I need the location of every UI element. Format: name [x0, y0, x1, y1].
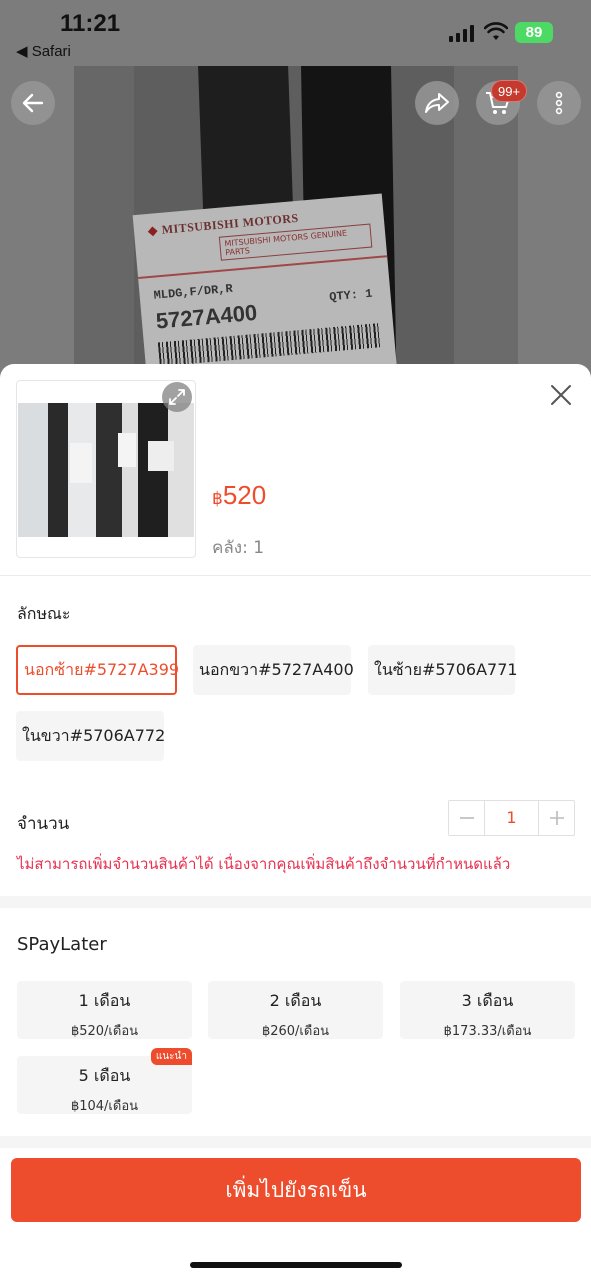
- installment-months: 2 เดือน: [269, 991, 322, 1010]
- installment-option[interactable]: 1 เดือน ฿520/เดือน: [17, 981, 192, 1039]
- more-vertical-icon: [555, 91, 563, 115]
- variant-option[interactable]: ในขวา#5706A772: [16, 711, 165, 761]
- decrease-button[interactable]: [449, 801, 484, 835]
- close-button[interactable]: [546, 380, 576, 410]
- share-button[interactable]: [415, 81, 459, 125]
- variation-bottom-sheet: ฿520 คลัง: 1 ลักษณะ นอกซ้าย#5727A399 นอก…: [0, 364, 591, 1280]
- back-arrow-icon: [22, 93, 44, 113]
- cart-count-badge: 99+: [491, 80, 528, 102]
- quantity-warning: ไม่สามารถเพิ่มจำนวนสินค้าได้ เนื่องจากคุ…: [17, 855, 511, 873]
- section-separator: [0, 896, 591, 908]
- stock-count: คลัง: 1: [212, 538, 265, 558]
- installment-months: 3 เดือน: [461, 991, 514, 1010]
- quantity-input[interactable]: 1: [484, 801, 539, 835]
- product-price: ฿520: [212, 480, 266, 511]
- clock: 11:21: [60, 10, 121, 37]
- part-label: ◆ MITSUBISHI MOTORS MITSUBISHI MOTORS GEN…: [132, 193, 398, 386]
- installment-amount: ฿520/เดือน: [70, 1024, 139, 1039]
- installment-option[interactable]: 2 เดือน ฿260/เดือน: [208, 981, 383, 1039]
- installment-months: 1 เดือน: [78, 991, 131, 1010]
- quantity-title: จำนวน: [17, 814, 70, 834]
- installment-months: 5 เดือน: [78, 1066, 131, 1085]
- back-button[interactable]: [11, 81, 55, 125]
- status-bar: 11:21 ◀ Safari 89: [0, 0, 591, 66]
- add-to-cart-button[interactable]: เพิ่มไปยังรถเข็น: [11, 1158, 581, 1222]
- back-to-safari-link[interactable]: ◀ Safari: [16, 42, 71, 60]
- battery-indicator: 89: [515, 22, 553, 43]
- variant-option[interactable]: นอกซ้าย#5727A399: [16, 645, 179, 695]
- product-image: [18, 403, 194, 537]
- installment-option[interactable]: 3 เดือน ฿173.33/เดือน: [400, 981, 575, 1039]
- minus-icon: [459, 817, 474, 819]
- divider: [0, 575, 591, 576]
- close-icon: [551, 385, 571, 405]
- quantity-stepper: 1: [448, 800, 575, 836]
- home-indicator: [190, 1262, 402, 1268]
- price-value: 520: [222, 480, 267, 510]
- expand-image-button[interactable]: [162, 382, 192, 412]
- recommended-badge: แนะนำ: [150, 1048, 192, 1065]
- expand-icon: [169, 389, 185, 405]
- spaylater-title: SPayLater: [17, 934, 107, 955]
- installment-amount: ฿173.33/เดือน: [443, 1024, 532, 1039]
- section-separator: [0, 1136, 591, 1148]
- more-button[interactable]: [537, 81, 581, 125]
- variant-option[interactable]: นอกขวา#5727A400: [193, 645, 354, 695]
- wifi-icon: [484, 22, 508, 40]
- variation-title: ลักษณะ: [17, 604, 71, 623]
- share-icon: [425, 93, 449, 113]
- installment-option[interactable]: แนะนำ 5 เดือน ฿104/เดือน: [17, 1048, 192, 1114]
- variant-option[interactable]: ในซ้าย#5706A771: [368, 645, 518, 695]
- installment-amount: ฿260/เดือน: [261, 1024, 330, 1039]
- currency-symbol: ฿: [212, 489, 223, 508]
- plus-icon: [549, 811, 564, 825]
- increase-button[interactable]: [539, 801, 574, 835]
- installment-amount: ฿104/เดือน: [70, 1099, 139, 1114]
- cellular-signal-icon: [449, 25, 475, 42]
